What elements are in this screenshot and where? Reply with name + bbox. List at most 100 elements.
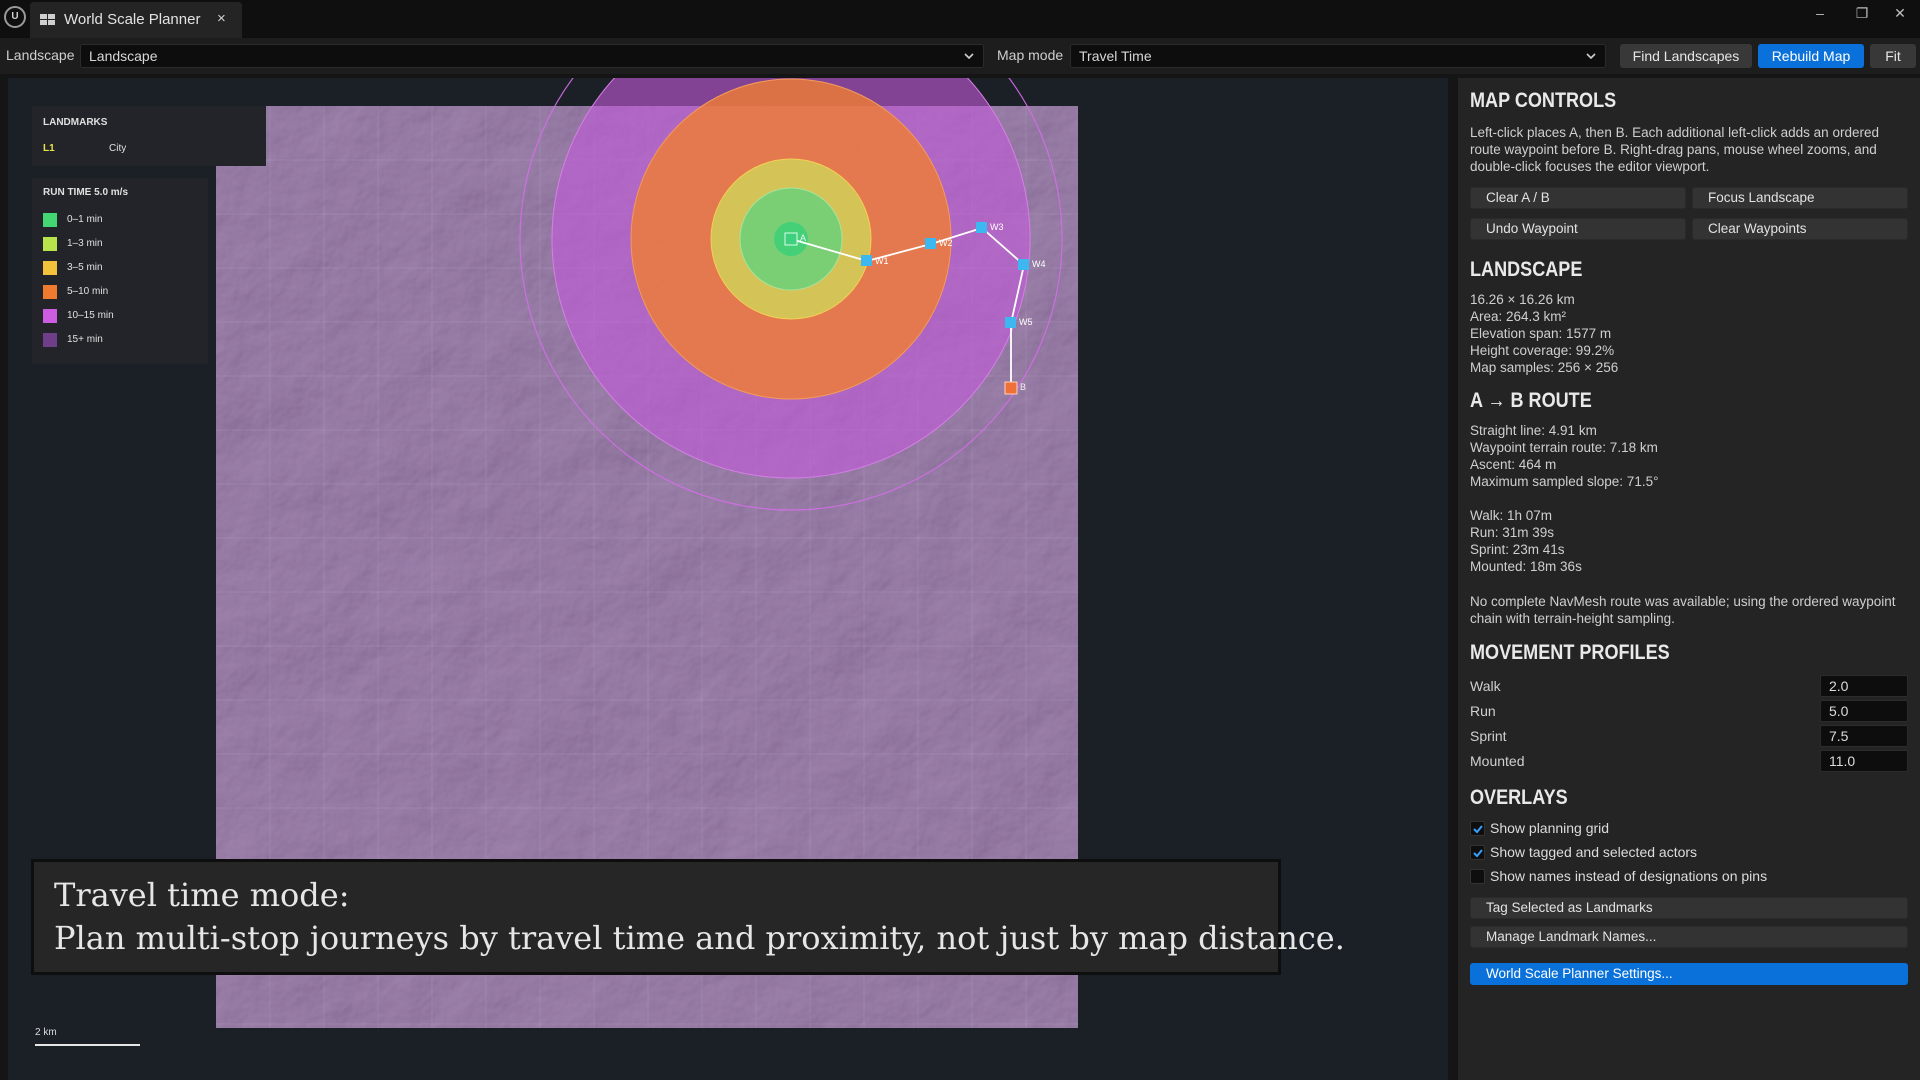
tutorial-caption: Travel time mode: Plan multi-stop journe… <box>31 859 1345 975</box>
pin-a[interactable] <box>784 232 798 246</box>
map-mode-label: Map mode <box>997 47 1064 63</box>
route-time-line: Run: 31m 39s <box>1470 525 1555 540</box>
landscape-info-line: Elevation span: 1577 m <box>1470 326 1612 341</box>
help-line: Left-click places A, then B. Each additi… <box>1470 125 1879 140</box>
checkmark-icon <box>1473 849 1483 858</box>
find-landscapes-button[interactable]: Find Landscapes <box>1620 44 1752 68</box>
details-panel: MAP CONTROLS Left-click places A, then B… <box>1458 78 1920 1080</box>
show-actors-label[interactable]: Show tagged and selected actors <box>1490 844 1697 860</box>
landscape-dropdown[interactable]: Landscape <box>80 44 984 68</box>
waypoint-pin[interactable] <box>861 255 872 266</box>
show-actors-checkbox[interactable] <box>1470 845 1485 860</box>
route-stat-line: Waypoint terrain route: 7.18 km <box>1470 440 1658 455</box>
unreal-logo-icon: U <box>4 6 26 28</box>
fit-button[interactable]: Fit <box>1870 44 1916 68</box>
map-mode-dropdown[interactable]: Travel Time <box>1070 44 1606 68</box>
tab-world-scale-planner[interactable]: World Scale Planner × <box>30 2 242 38</box>
map-controls-heading: MAP CONTROLS <box>1470 89 1617 112</box>
close-window-button[interactable]: ✕ <box>1880 2 1920 24</box>
profile-label-mounted: Mounted <box>1470 753 1525 769</box>
show-grid-label[interactable]: Show planning grid <box>1490 820 1609 836</box>
clear-waypoints-button[interactable]: Clear Waypoints <box>1692 218 1908 240</box>
map-mode-dropdown-value: Travel Time <box>1079 48 1152 64</box>
toolbar: Landscape Landscape Map mode Travel Time… <box>0 38 1920 74</box>
legend-swatch <box>43 285 57 299</box>
landscape-heading: LANDSCAPE <box>1470 258 1583 281</box>
legend-swatch <box>43 261 57 275</box>
pin-b[interactable] <box>1004 381 1018 395</box>
chevron-down-icon <box>1585 47 1597 68</box>
help-line: route waypoint before B. Right-drag pans… <box>1470 142 1877 157</box>
route-stat-line: Straight line: 4.91 km <box>1470 423 1597 438</box>
legend-band-label: 3–5 min <box>67 262 103 273</box>
manage-landmark-names-button[interactable]: Manage Landmark Names... <box>1470 926 1908 948</box>
waypoint-pin[interactable] <box>1005 317 1016 328</box>
waypoint-label: W2 <box>939 238 953 248</box>
legend-swatch <box>43 309 57 323</box>
profile-input-sprint[interactable]: 7.5 <box>1820 725 1908 747</box>
waypoint-label: W3 <box>990 222 1004 232</box>
landmarks-legend: LANDMARKS L1 City <box>32 106 266 166</box>
help-line: double-click focuses the editor viewport… <box>1470 159 1710 174</box>
legend-swatch <box>43 213 57 227</box>
landmark-designation: L1 <box>43 143 55 154</box>
legend-swatch <box>43 237 57 251</box>
rebuild-map-button[interactable]: Rebuild Map <box>1758 44 1864 68</box>
show-names-checkbox[interactable] <box>1470 869 1485 884</box>
grid-icon <box>40 14 56 26</box>
legend-band-label: 10–15 min <box>67 310 114 321</box>
route-note-line: chain with terrain-height sampling. <box>1470 611 1675 626</box>
caption-line-1: Travel time mode: <box>54 876 350 914</box>
route-time-line: Walk: 1h 07m <box>1470 508 1553 523</box>
undo-waypoint-button[interactable]: Undo Waypoint <box>1470 218 1686 240</box>
movement-profiles-heading: MOVEMENT PROFILES <box>1470 641 1670 664</box>
route-stat-line: Maximum sampled slope: 71.5° <box>1470 474 1659 489</box>
route-time-line: Sprint: 23m 41s <box>1470 542 1565 557</box>
landscape-info-line: Map samples: 256 × 256 <box>1470 360 1619 375</box>
waypoint-pin[interactable] <box>1018 259 1029 270</box>
profile-input-mounted[interactable]: 11.0 <box>1820 750 1908 772</box>
route-note-line: No complete NavMesh route was available;… <box>1470 594 1896 609</box>
waypoint-label: W5 <box>1019 317 1033 327</box>
profile-label-walk: Walk <box>1470 678 1501 694</box>
route-time-line: Mounted: 18m 36s <box>1470 559 1582 574</box>
run-time-legend-title: RUN TIME 5.0 m/s <box>43 187 129 198</box>
waypoint-pin[interactable] <box>925 238 936 249</box>
checkmark-icon <box>1473 825 1483 834</box>
legend-band-label: 1–3 min <box>67 238 103 249</box>
landscape-info-line: Area: 264.3 km² <box>1470 309 1567 324</box>
landmarks-legend-title: LANDMARKS <box>43 117 108 128</box>
landscape-dropdown-value: Landscape <box>89 48 158 64</box>
legend-band-label: 15+ min <box>67 334 103 345</box>
pin-a-label: A <box>800 233 806 243</box>
show-grid-checkbox[interactable] <box>1470 821 1485 836</box>
title-bar: U World Scale Planner × – ❐ ✕ <box>0 0 1920 38</box>
minimize-button[interactable]: – <box>1800 2 1840 24</box>
route-heading: A → B ROUTE <box>1470 389 1592 412</box>
profile-label-sprint: Sprint <box>1470 728 1507 744</box>
scale-bar-label: 2 km <box>35 1027 57 1038</box>
landscape-label: Landscape <box>6 47 75 63</box>
restore-button[interactable]: ❐ <box>1842 2 1882 24</box>
waypoint-pin[interactable] <box>976 222 987 233</box>
focus-landscape-button[interactable]: Focus Landscape <box>1692 187 1908 209</box>
show-names-label[interactable]: Show names instead of designations on pi… <box>1490 868 1767 884</box>
clear-ab-button[interactable]: Clear A / B <box>1470 187 1686 209</box>
chevron-down-icon <box>963 47 975 68</box>
legend-band-label: 0–1 min <box>67 214 103 225</box>
tag-landmarks-button[interactable]: Tag Selected as Landmarks <box>1470 897 1908 919</box>
profile-input-run[interactable]: 5.0 <box>1820 700 1908 722</box>
waypoint-label: W4 <box>1032 259 1046 269</box>
pin-b-label: B <box>1020 382 1026 392</box>
legend-band-label: 5–10 min <box>67 286 109 297</box>
legend-swatch <box>43 333 57 347</box>
landscape-info-line: 16.26 × 16.26 km <box>1470 292 1575 307</box>
planner-settings-button[interactable]: World Scale Planner Settings... <box>1470 963 1908 985</box>
profile-input-walk[interactable]: 2.0 <box>1820 675 1908 697</box>
landmark-name: City <box>109 143 127 154</box>
tab-title: World Scale Planner <box>64 11 201 28</box>
tab-close-icon[interactable]: × <box>217 10 226 27</box>
route-stat-line: Ascent: 464 m <box>1470 457 1557 472</box>
overlays-heading: OVERLAYS <box>1470 786 1568 809</box>
map-viewport[interactable]: A W1 W2 W3 W4 W5 B LANDMARKS L1 City RUN… <box>8 78 1448 1080</box>
